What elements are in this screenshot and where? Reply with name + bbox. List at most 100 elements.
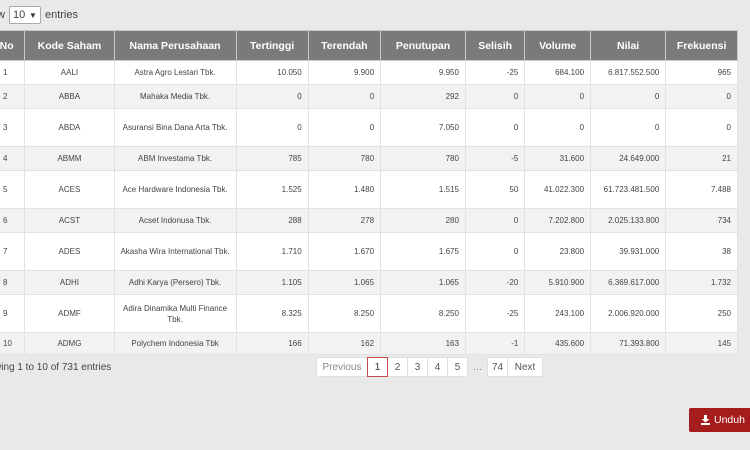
cell-no: 7 [0, 232, 26, 271]
pagination: Previous 1 2 3 4 5 … 74 Next [316, 357, 543, 377]
cell-terendah: 8.250 [307, 294, 382, 333]
cell-volume: 0 [524, 84, 592, 109]
page-button-last[interactable]: 74 [487, 357, 508, 377]
cell-selisih: 0 [464, 108, 526, 147]
column-header-penutupan[interactable]: Penutupan [380, 30, 466, 61]
page-button-2[interactable]: 2 [387, 357, 408, 377]
cell-no: 4 [0, 146, 26, 171]
cell-terendah: 278 [307, 208, 382, 233]
table-row: 7 ADES Akasha Wira International Tbk. 1.… [0, 232, 738, 271]
cell-kode-saham: ABDA [24, 108, 115, 147]
cell-frekuensi: 0 [665, 108, 738, 147]
length-suffix: entries [44, 9, 78, 21]
cell-nama-perusahaan: Astra Agro Lestari Tbk. [113, 60, 237, 85]
cell-frekuensi: 38 [665, 232, 738, 271]
cell-kode-saham: ACST [24, 208, 115, 233]
cell-nama-perusahaan: Acset Indonusa Tbk. [113, 208, 237, 233]
cell-kode-saham: ACES [24, 170, 115, 209]
table-info: wing 1 to 10 of 731 entries [0, 362, 112, 373]
cell-penutupan: 1.065 [380, 270, 466, 295]
cell-volume: 435.600 [524, 332, 592, 355]
cell-nama-perusahaan: Polychem Indonesia Tbk [113, 332, 237, 355]
cell-terendah: 0 [307, 108, 382, 147]
cell-no: 10 [0, 332, 26, 355]
cell-penutupan: 780 [380, 146, 466, 171]
cell-frekuensi: 0 [665, 84, 738, 109]
cell-tertinggi: 1.525 [235, 170, 309, 209]
cell-no: 9 [0, 294, 26, 333]
column-header-selisih[interactable]: Selisih [464, 30, 526, 61]
cell-terendah: 780 [307, 146, 382, 171]
download-label: Unduh [714, 414, 745, 426]
cell-selisih: 50 [464, 170, 526, 209]
column-header-tertinggi[interactable]: Tertinggi [235, 30, 309, 61]
download-button[interactable]: Unduh [689, 408, 750, 432]
cell-nama-perusahaan: ABM Investama Tbk. [113, 146, 237, 171]
column-header-kode-saham[interactable]: Kode Saham [24, 30, 115, 61]
cell-frekuensi: 1.732 [665, 270, 738, 295]
page-button-5[interactable]: 5 [447, 357, 468, 377]
cell-frekuensi: 965 [665, 60, 738, 85]
cell-tertinggi: 1.710 [235, 232, 309, 271]
previous-page-button[interactable]: Previous [316, 357, 368, 377]
cell-nilai: 2.025.133.800 [590, 208, 667, 233]
cell-volume: 41.022.300 [524, 170, 592, 209]
cell-selisih: 0 [464, 232, 526, 271]
cell-volume: 31.600 [524, 146, 592, 171]
cell-frekuensi: 21 [665, 146, 738, 171]
cell-frekuensi: 7.488 [665, 170, 738, 209]
cell-penutupan: 1.675 [380, 232, 466, 271]
cell-no: 2 [0, 84, 26, 109]
column-header-volume[interactable]: Volume [524, 30, 592, 61]
cell-no: 8 [0, 270, 26, 295]
cell-nama-perusahaan: Adira Dinamika Multi Finance Tbk. [113, 294, 237, 333]
cell-kode-saham: ADES [24, 232, 115, 271]
cell-volume: 7.202.800 [524, 208, 592, 233]
column-header-frekuensi[interactable]: Frekuensi [665, 30, 738, 61]
cell-penutupan: 8.250 [380, 294, 466, 333]
cell-tertinggi: 166 [235, 332, 309, 355]
column-header-terendah[interactable]: Terendah [307, 30, 382, 61]
cell-volume: 23.800 [524, 232, 592, 271]
cell-nama-perusahaan: Asuransi Bina Dana Arta Tbk. [113, 108, 237, 147]
table-header-row: No Kode Saham Nama Perusahaan Tertinggi … [0, 30, 738, 61]
table-row: 8 ADHI Adhi Karya (Persero) Tbk. 1.105 1… [0, 270, 738, 295]
cell-volume: 0 [524, 108, 592, 147]
cell-nama-perusahaan: Ace Hardware Indonesia Tbk. [113, 170, 237, 209]
cell-nama-perusahaan: Akasha Wira International Tbk. [113, 232, 237, 271]
table-row: 2 ABBA Mahaka Media Tbk. 0 0 292 0 0 0 0 [0, 84, 738, 109]
cell-volume: 684.100 [524, 60, 592, 85]
column-header-no[interactable]: No [0, 30, 26, 61]
cell-nilai: 39.931.000 [590, 232, 667, 271]
table-row: 5 ACES Ace Hardware Indonesia Tbk. 1.525… [0, 170, 738, 209]
page-button-1[interactable]: 1 [367, 357, 388, 377]
cell-selisih: -25 [464, 60, 526, 85]
cell-tertinggi: 10.050 [235, 60, 309, 85]
length-prefix: w [0, 9, 5, 21]
cell-nilai: 24.649.000 [590, 146, 667, 171]
cell-kode-saham: ADHI [24, 270, 115, 295]
column-header-nama-perusahaan[interactable]: Nama Perusahaan [113, 30, 237, 61]
cell-kode-saham: ABMM [24, 146, 115, 171]
cell-no: 1 [0, 60, 26, 85]
cell-penutupan: 1.515 [380, 170, 466, 209]
stock-summary-table: No Kode Saham Nama Perusahaan Tertinggi … [0, 30, 738, 355]
cell-terendah: 1.065 [307, 270, 382, 295]
entries-select[interactable]: 10 ▼ [8, 6, 41, 24]
table-row: 10 ADMG Polychem Indonesia Tbk 166 162 1… [0, 332, 738, 355]
cell-kode-saham: ADMG [24, 332, 115, 355]
next-page-button[interactable]: Next [507, 357, 543, 377]
cell-terendah: 1.670 [307, 232, 382, 271]
cell-volume: 243.100 [524, 294, 592, 333]
cell-nama-perusahaan: Mahaka Media Tbk. [113, 84, 237, 109]
table-row: 6 ACST Acset Indonusa Tbk. 288 278 280 0… [0, 208, 738, 233]
cell-nama-perusahaan: Adhi Karya (Persero) Tbk. [113, 270, 237, 295]
cell-no: 6 [0, 208, 26, 233]
column-header-nilai[interactable]: Nilai [590, 30, 667, 61]
page-button-3[interactable]: 3 [407, 357, 428, 377]
table-row: 3 ABDA Asuransi Bina Dana Arta Tbk. 0 0 … [0, 108, 738, 147]
cell-nilai: 2.006.920.000 [590, 294, 667, 333]
entries-select-value: 10 [12, 9, 26, 21]
cell-nilai: 71.393.800 [590, 332, 667, 355]
page-button-4[interactable]: 4 [427, 357, 448, 377]
